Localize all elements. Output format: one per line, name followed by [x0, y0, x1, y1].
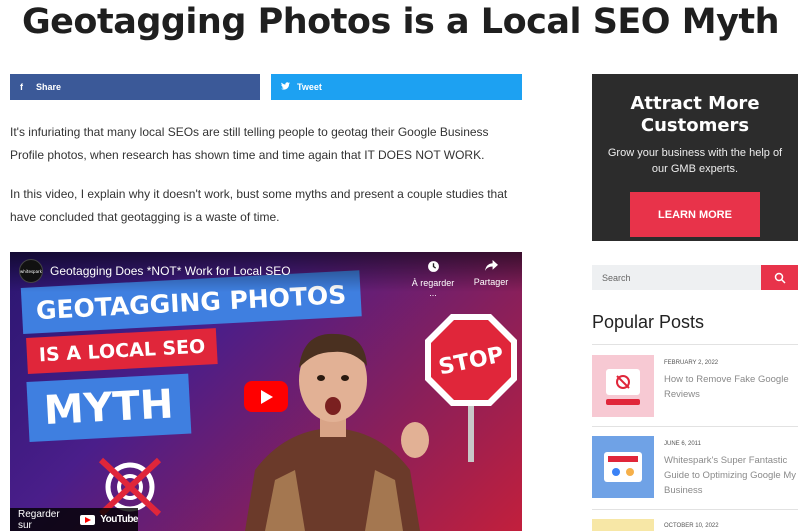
clock-icon	[408, 260, 458, 276]
facebook-icon: f	[20, 82, 23, 92]
facebook-share-button[interactable]: f Share	[10, 74, 260, 100]
post-title-link[interactable]: Whitespark's Super Fantastic Guide to Op…	[664, 453, 798, 498]
video-title[interactable]: Geotagging Does *NOT* Work for Local SEO	[50, 264, 291, 278]
ad-title: Attract More Customers	[630, 93, 760, 136]
divider	[592, 344, 798, 345]
article-paragraph: In this video, I explain why it doesn't …	[10, 187, 508, 224]
popular-post[interactable]: OCTOBER 10, 2022	[592, 519, 798, 531]
article-paragraph: It's infuriating that many local SEOs ar…	[10, 125, 489, 162]
popular-post[interactable]: FEBRUARY 2, 2022 How to Remove Fake Goog…	[592, 355, 798, 417]
stop-sign-pole	[468, 402, 474, 462]
post-date: JUNE 6, 2011	[664, 441, 701, 447]
post-thumbnail	[592, 436, 654, 498]
tweet-label: Tweet	[297, 82, 322, 92]
stop-sign-icon: STOP	[425, 314, 517, 406]
share-arrow-icon	[470, 260, 512, 275]
youtube-logo-icon	[80, 514, 96, 525]
post-thumbnail	[592, 355, 654, 417]
page-title: Geotagging Photos is a Local SEO Myth	[21, 2, 780, 42]
search-input[interactable]	[592, 265, 761, 290]
thumbnail-banner: MYTH	[26, 373, 191, 442]
video-share-label: Partager	[473, 277, 509, 287]
tweet-button[interactable]: Tweet	[271, 74, 522, 100]
post-date: FEBRUARY 2, 2022	[664, 360, 719, 366]
watch-on-label: Regarder sur	[18, 508, 60, 531]
channel-avatar[interactable]: whitespark	[19, 259, 43, 283]
search-icon	[774, 272, 786, 284]
post-title-link[interactable]: How to Remove Fake Google Reviews	[664, 372, 798, 402]
search-button[interactable]	[761, 265, 798, 290]
watch-later-label: À regarder ...	[411, 278, 455, 298]
post-thumbnail	[592, 519, 654, 531]
presenter-image	[245, 333, 429, 531]
popular-posts-heading: Popular Posts	[592, 312, 705, 332]
channel-name: whitespark	[20, 268, 42, 274]
watch-later-button[interactable]: À regarder ...	[408, 260, 458, 298]
thumbnail-banner: IS A LOCAL SEO	[26, 328, 219, 374]
popular-post[interactable]: JUNE 6, 2011 Whitespark's Super Fantasti…	[592, 436, 798, 498]
divider	[592, 509, 798, 510]
play-button[interactable]	[244, 381, 288, 412]
youtube-embed[interactable]: GEOTAGGING PHOTOS IS A LOCAL SEO MYTH ST…	[10, 252, 522, 531]
ad-text: Grow your business with the help of our …	[607, 147, 783, 175]
twitter-icon	[281, 82, 297, 92]
sidebar-ad: Attract More Customers Grow your busines…	[592, 74, 798, 241]
learn-more-button[interactable]: LEARN MORE	[630, 192, 760, 237]
watch-on-youtube-button[interactable]: Regarder sur YouTube	[10, 508, 138, 531]
post-date: OCTOBER 10, 2022	[664, 523, 719, 529]
share-label: Share	[36, 82, 62, 92]
video-share-button[interactable]: Partager	[470, 260, 512, 287]
youtube-wordmark: YouTube	[100, 514, 138, 525]
divider	[592, 426, 798, 427]
